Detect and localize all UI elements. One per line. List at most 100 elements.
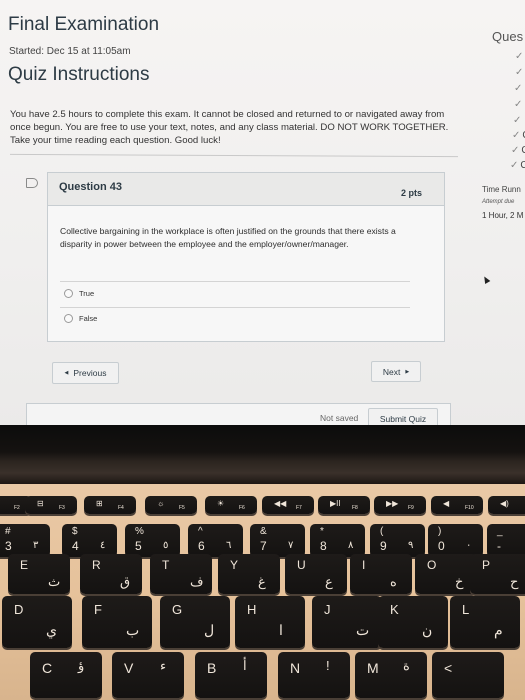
letter-key[interactable]: < xyxy=(432,652,504,698)
key-legend: أ xyxy=(243,658,247,673)
letter-key[interactable]: Kن xyxy=(378,596,448,648)
number-key[interactable]: * 8 ٨ xyxy=(310,524,365,557)
function-key[interactable]: ◀◀ F7 xyxy=(262,496,314,514)
key-legend: G xyxy=(172,602,183,617)
number-key[interactable]: % 5 ٥ xyxy=(125,524,180,557)
questions-sidebar: Ques ✓ ✓ ✓ ✓ ✓ ✓C ✓C ✓C Time Runn Attemp… xyxy=(475,0,525,428)
function-key[interactable]: ☼ F5 xyxy=(145,496,197,514)
question-link[interactable]: ✓C xyxy=(511,145,525,156)
answer-label: False xyxy=(79,314,98,323)
question-link[interactable]: ✓ xyxy=(514,83,524,94)
letter-key[interactable]: Lم xyxy=(450,596,520,648)
letter-key[interactable]: Iه xyxy=(350,554,412,594)
key-legend: ٦ xyxy=(226,540,232,551)
answer-divider xyxy=(60,281,410,282)
question-link[interactable]: ✓ xyxy=(514,99,524,110)
submit-label: Submit Quiz xyxy=(379,414,427,424)
function-key[interactable]: ▶▶ F9 xyxy=(374,496,426,514)
number-key[interactable]: $4 ٤ xyxy=(62,524,117,557)
flag-question-icon[interactable] xyxy=(26,178,38,188)
key-legend: Y xyxy=(230,558,239,572)
function-key[interactable]: ◀ F10 xyxy=(431,496,483,514)
started-timestamp: Started: Dec 15 at 11:05am xyxy=(9,46,131,57)
key-legend: T xyxy=(162,558,170,572)
answer-option-true[interactable]: True xyxy=(64,289,94,298)
function-key[interactable]: ☀ F6 xyxy=(205,496,257,514)
key-legend: ٠ xyxy=(466,540,472,551)
question-header: Question 43 2 pts xyxy=(48,173,444,206)
question-link[interactable]: ✓ xyxy=(515,51,525,62)
key-legend: 8 xyxy=(320,539,327,553)
letter-key[interactable]: Fب xyxy=(82,596,152,648)
question-text: Collective bargaining in the workplace i… xyxy=(60,226,396,249)
letter-key[interactable]: N! xyxy=(278,652,350,698)
key-legend: ب xyxy=(126,622,140,638)
checkmark-icon: ✓ xyxy=(512,130,521,141)
letter-key[interactable]: Dي xyxy=(2,596,72,648)
question-link[interactable]: ✓C xyxy=(510,160,525,171)
laptop-screen: Final Examination Started: Dec 15 at 11:… xyxy=(0,0,525,428)
letter-key[interactable]: Hا xyxy=(235,596,305,648)
divider xyxy=(10,153,458,158)
letter-key[interactable]: Pح xyxy=(470,554,525,594)
checkmark-icon: ✓ xyxy=(514,83,523,94)
key-legend: 0 xyxy=(438,539,445,553)
key-legend: $ xyxy=(72,526,78,537)
checkmark-icon: ✓ xyxy=(514,99,523,110)
radio-button[interactable] xyxy=(64,314,73,323)
letter-key[interactable]: Jت xyxy=(312,596,382,648)
function-key[interactable]: ⊟ F3 xyxy=(25,496,77,514)
timer-title: Time Runn xyxy=(482,185,521,194)
number-key[interactable]: ^ 6 ٦ xyxy=(188,524,243,557)
previous-button[interactable]: ◀ Previous xyxy=(52,362,119,384)
function-key[interactable]: ◀) xyxy=(488,496,525,514)
letter-key[interactable]: Bأ xyxy=(195,652,267,698)
caret-left-icon: ◀ xyxy=(64,370,69,376)
answer-divider xyxy=(60,307,410,308)
key-legend: ▶II xyxy=(330,499,341,508)
letter-key[interactable]: Uع xyxy=(285,554,347,594)
key-legend: ة xyxy=(403,658,410,673)
number-key[interactable]: #3 ٣ xyxy=(0,524,50,557)
number-key[interactable]: ) 0 ٠ xyxy=(428,524,483,557)
question-link[interactable]: ✓C xyxy=(512,130,525,141)
letter-key[interactable]: Rق xyxy=(80,554,142,594)
answer-option-false[interactable]: False xyxy=(64,314,97,323)
question-card: Question 43 2 pts Collective bargaining … xyxy=(47,172,445,342)
key-legend: F5 xyxy=(179,505,185,511)
key-legend: ع xyxy=(325,574,333,589)
number-key[interactable]: (9 ٩ xyxy=(370,524,425,557)
letter-key[interactable]: Tف xyxy=(150,554,212,594)
function-key[interactable]: ⊞ F4 xyxy=(84,496,136,514)
key-legend: 5 xyxy=(135,539,142,553)
letter-key[interactable]: Gل xyxy=(160,596,230,648)
key-legend: ٩ xyxy=(408,540,414,551)
key-legend: U xyxy=(297,558,306,572)
key-legend: I xyxy=(362,558,366,572)
number-key[interactable]: & 7 ٧ xyxy=(250,524,305,557)
key-legend: ٤ xyxy=(100,540,106,551)
key-legend: ه xyxy=(390,574,397,589)
letter-key[interactable]: Yغ xyxy=(218,554,280,594)
letter-key[interactable]: Vء xyxy=(112,652,184,698)
letter-key[interactable]: Mة xyxy=(355,652,427,698)
key-legend: F9 xyxy=(408,505,414,511)
function-key[interactable]: ▶II F8 xyxy=(318,496,370,514)
checkmark-icon: ✓ xyxy=(510,160,519,171)
number-key[interactable]: _ - xyxy=(487,524,525,557)
key-legend: F6 xyxy=(239,505,245,511)
key-legend: ⊞ xyxy=(96,499,103,508)
key-legend: M xyxy=(367,660,379,676)
timer-value[interactable]: 1 Hour, 2 M xyxy=(482,211,523,220)
letter-key[interactable]: Cؤ xyxy=(30,652,102,698)
key-legend: F3 xyxy=(59,505,65,511)
key-legend: R xyxy=(92,558,101,572)
question-link[interactable]: ✓ xyxy=(513,115,523,126)
key-legend: غ xyxy=(258,574,266,589)
next-button[interactable]: Next ▶ xyxy=(371,361,421,382)
question-points: 2 pts xyxy=(400,188,422,198)
letter-key[interactable]: Eث xyxy=(8,554,70,594)
radio-button[interactable] xyxy=(64,289,73,298)
letter-key[interactable]: Oخ xyxy=(415,554,477,594)
question-link[interactable]: ✓ xyxy=(515,67,525,78)
